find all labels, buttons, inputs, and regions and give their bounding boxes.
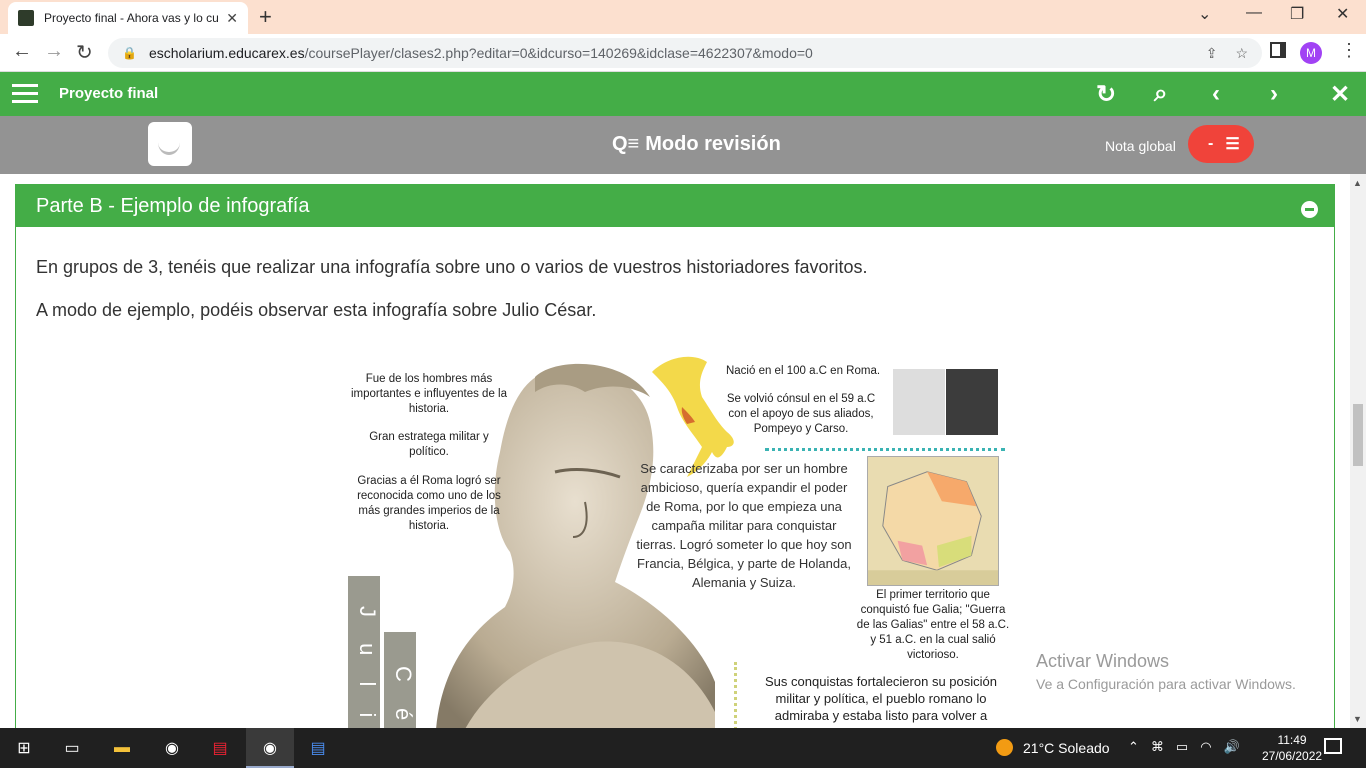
biography-text: Se caracterizaba por ser un hombre ambic… xyxy=(636,461,852,590)
grade-value: - xyxy=(1208,135,1214,152)
watermark-title: Activar Windows xyxy=(1036,651,1170,671)
course-header: Proyecto final ↻ ⌕ ‹ › ✕ xyxy=(0,72,1366,116)
meet-now-icon[interactable]: ⌘ xyxy=(1151,739,1164,755)
page-scrollbar[interactable]: ▲ ▼ xyxy=(1350,174,1366,728)
scroll-down-icon[interactable]: ▼ xyxy=(1353,714,1362,724)
instruction-paragraph: En grupos de 3, tenéis que realizar una … xyxy=(36,257,868,277)
empire-text: Gracias a él Roma logró ser reconocida c… xyxy=(357,475,501,532)
main-content: Parte B - Ejemplo de infografía En grupo… xyxy=(0,174,1350,728)
yellow-dotted-divider xyxy=(734,662,738,728)
restore-button[interactable]: ❐ xyxy=(1290,4,1304,24)
name-bar-cesar: C é xyxy=(384,632,416,728)
close-icon[interactable]: ✕ xyxy=(1330,80,1350,109)
window-close-button[interactable]: ✕ xyxy=(1336,4,1349,24)
review-mode-text: Modo revisión xyxy=(645,133,781,155)
tab-title: Proyecto final - Ahora vas y lo cu xyxy=(44,11,219,25)
watermark-subtitle: Ve a Configuración para activar Windows. xyxy=(1036,676,1296,692)
windows-activation-watermark: Activar Windows Ve a Configuración para … xyxy=(1036,651,1296,692)
bust-photo-2 xyxy=(946,369,998,435)
tab-close-icon[interactable]: ✕ xyxy=(226,10,238,27)
side-panel-icon[interactable] xyxy=(1270,42,1286,58)
gallia-text: El primer territorio que conquistó fue G… xyxy=(856,589,1010,661)
grade-button[interactable]: - ☰ xyxy=(1188,125,1254,163)
browser-menu-icon[interactable]: ⋮ xyxy=(1340,40,1358,61)
tab-search-chevron-icon[interactable]: ⌄ xyxy=(1198,4,1211,24)
lines-icon: ☰ xyxy=(1225,136,1240,153)
search-icon[interactable]: ⌕ xyxy=(1154,80,1167,108)
clock-date: 27/06/2022 xyxy=(1262,749,1323,763)
previous-icon[interactable]: ‹ xyxy=(1212,80,1220,108)
grade-label: Nota global xyxy=(1105,138,1176,154)
strategist-text: Gran estratega militar y político. xyxy=(369,431,489,458)
review-mode-label: Q≡ Modo revisión xyxy=(612,133,781,156)
url-host: escholarium.educarex.es xyxy=(148,45,305,61)
word-document-icon[interactable]: ▤ xyxy=(306,736,330,760)
chrome-profile-icon[interactable]: ◉ xyxy=(258,736,282,760)
collapse-icon[interactable] xyxy=(1301,201,1318,218)
browser-tab[interactable]: Proyecto final - Ahora vas y lo cu ✕ xyxy=(8,2,248,34)
bookmark-star-icon[interactable]: ☆ xyxy=(1235,45,1248,62)
wifi-icon[interactable]: ◠ xyxy=(1200,739,1211,755)
task-view-icon[interactable]: ▭ xyxy=(60,736,84,760)
browser-tab-strip: Proyecto final - Ahora vas y lo cu ✕ + ⌄… xyxy=(0,0,1366,34)
url-path: /coursePlayer/clases2.php?editar=0&idcur… xyxy=(304,45,813,61)
smiley-logo-icon xyxy=(148,122,192,166)
teal-dotted-divider xyxy=(765,448,1005,452)
windows-start-icon[interactable]: ⊞ xyxy=(12,736,36,760)
example-paragraph: A modo de ejemplo, podéis observar esta … xyxy=(36,300,597,320)
born-text: Nació en el 100 a.C en Roma. xyxy=(725,365,881,377)
review-bar: Q≡ Modo revisión Nota global - ☰ xyxy=(0,116,1366,174)
system-clock[interactable]: 11:49 27/06/2022 xyxy=(1262,732,1322,764)
chrome-icon[interactable]: ◉ xyxy=(160,736,184,760)
volume-icon[interactable]: 🔊 xyxy=(1224,739,1240,755)
url-input[interactable]: 🔒 escholarium.educarex.es/coursePlayer/c… xyxy=(108,38,1262,68)
section-header[interactable]: Parte B - Ejemplo de infografía xyxy=(16,185,1334,227)
clock-time: 11:49 xyxy=(1277,733,1307,747)
refresh-icon[interactable]: ↻ xyxy=(1096,80,1116,109)
section-panel: Parte B - Ejemplo de infografía En grupo… xyxy=(15,184,1335,728)
sun-icon xyxy=(996,739,1013,756)
windows-taskbar: ⊞ ▭ ▬ ◉ ▤ ◉ ▤ 21°C Soleado ⌃ ⌘ ▭ ◠ 🔊 11:… xyxy=(0,728,1366,768)
system-tray: ⌃ ⌘ ▭ ◠ 🔊 xyxy=(1128,739,1240,755)
infographic-image: Fue de los hombres más importantes e inf… xyxy=(335,342,1017,728)
profile-avatar[interactable]: M xyxy=(1300,42,1322,64)
section-title: Parte B - Ejemplo de infografía xyxy=(36,195,310,217)
new-tab-button[interactable]: + xyxy=(259,4,272,30)
file-explorer-icon[interactable]: ▬ xyxy=(110,736,134,760)
gallia-map-image xyxy=(867,456,999,586)
notification-center-icon[interactable] xyxy=(1324,738,1342,754)
back-button[interactable]: ← xyxy=(12,40,32,63)
conquests-text: Sus conquistas fortalecieron su posición… xyxy=(765,674,997,723)
reload-button[interactable]: ↻ xyxy=(76,40,93,65)
weather-widget[interactable]: 21°C Soleado xyxy=(996,739,1110,756)
share-icon[interactable]: ⇪ xyxy=(1206,45,1218,62)
site-favicon-icon xyxy=(18,10,34,26)
battery-icon[interactable]: ▭ xyxy=(1176,739,1188,755)
weather-text: 21°C Soleado xyxy=(1023,739,1110,756)
review-search-icon: Q≡ xyxy=(612,133,640,155)
lock-icon: 🔒 xyxy=(122,46,137,60)
tray-chevron-icon[interactable]: ⌃ xyxy=(1128,739,1139,755)
name-bar-julio: J u l i xyxy=(348,576,380,728)
influence-text: Fue de los hombres más importantes e inf… xyxy=(351,373,507,415)
address-toolbar: ← → ↻ 🔒 escholarium.educarex.es/coursePl… xyxy=(0,34,1366,72)
minimize-button[interactable]: — xyxy=(1246,4,1262,22)
forward-button[interactable]: → xyxy=(44,40,64,63)
next-icon[interactable]: › xyxy=(1270,80,1278,108)
scroll-up-icon[interactable]: ▲ xyxy=(1353,178,1362,188)
consul-text: Se volvió cónsul en el 59 a.C con el apo… xyxy=(726,393,876,435)
bust-photo-1 xyxy=(893,369,945,435)
pdf-reader-icon[interactable]: ▤ xyxy=(208,736,232,760)
scroll-thumb[interactable] xyxy=(1353,404,1363,466)
menu-list-icon[interactable] xyxy=(12,84,38,104)
course-title: Proyecto final xyxy=(59,85,159,102)
